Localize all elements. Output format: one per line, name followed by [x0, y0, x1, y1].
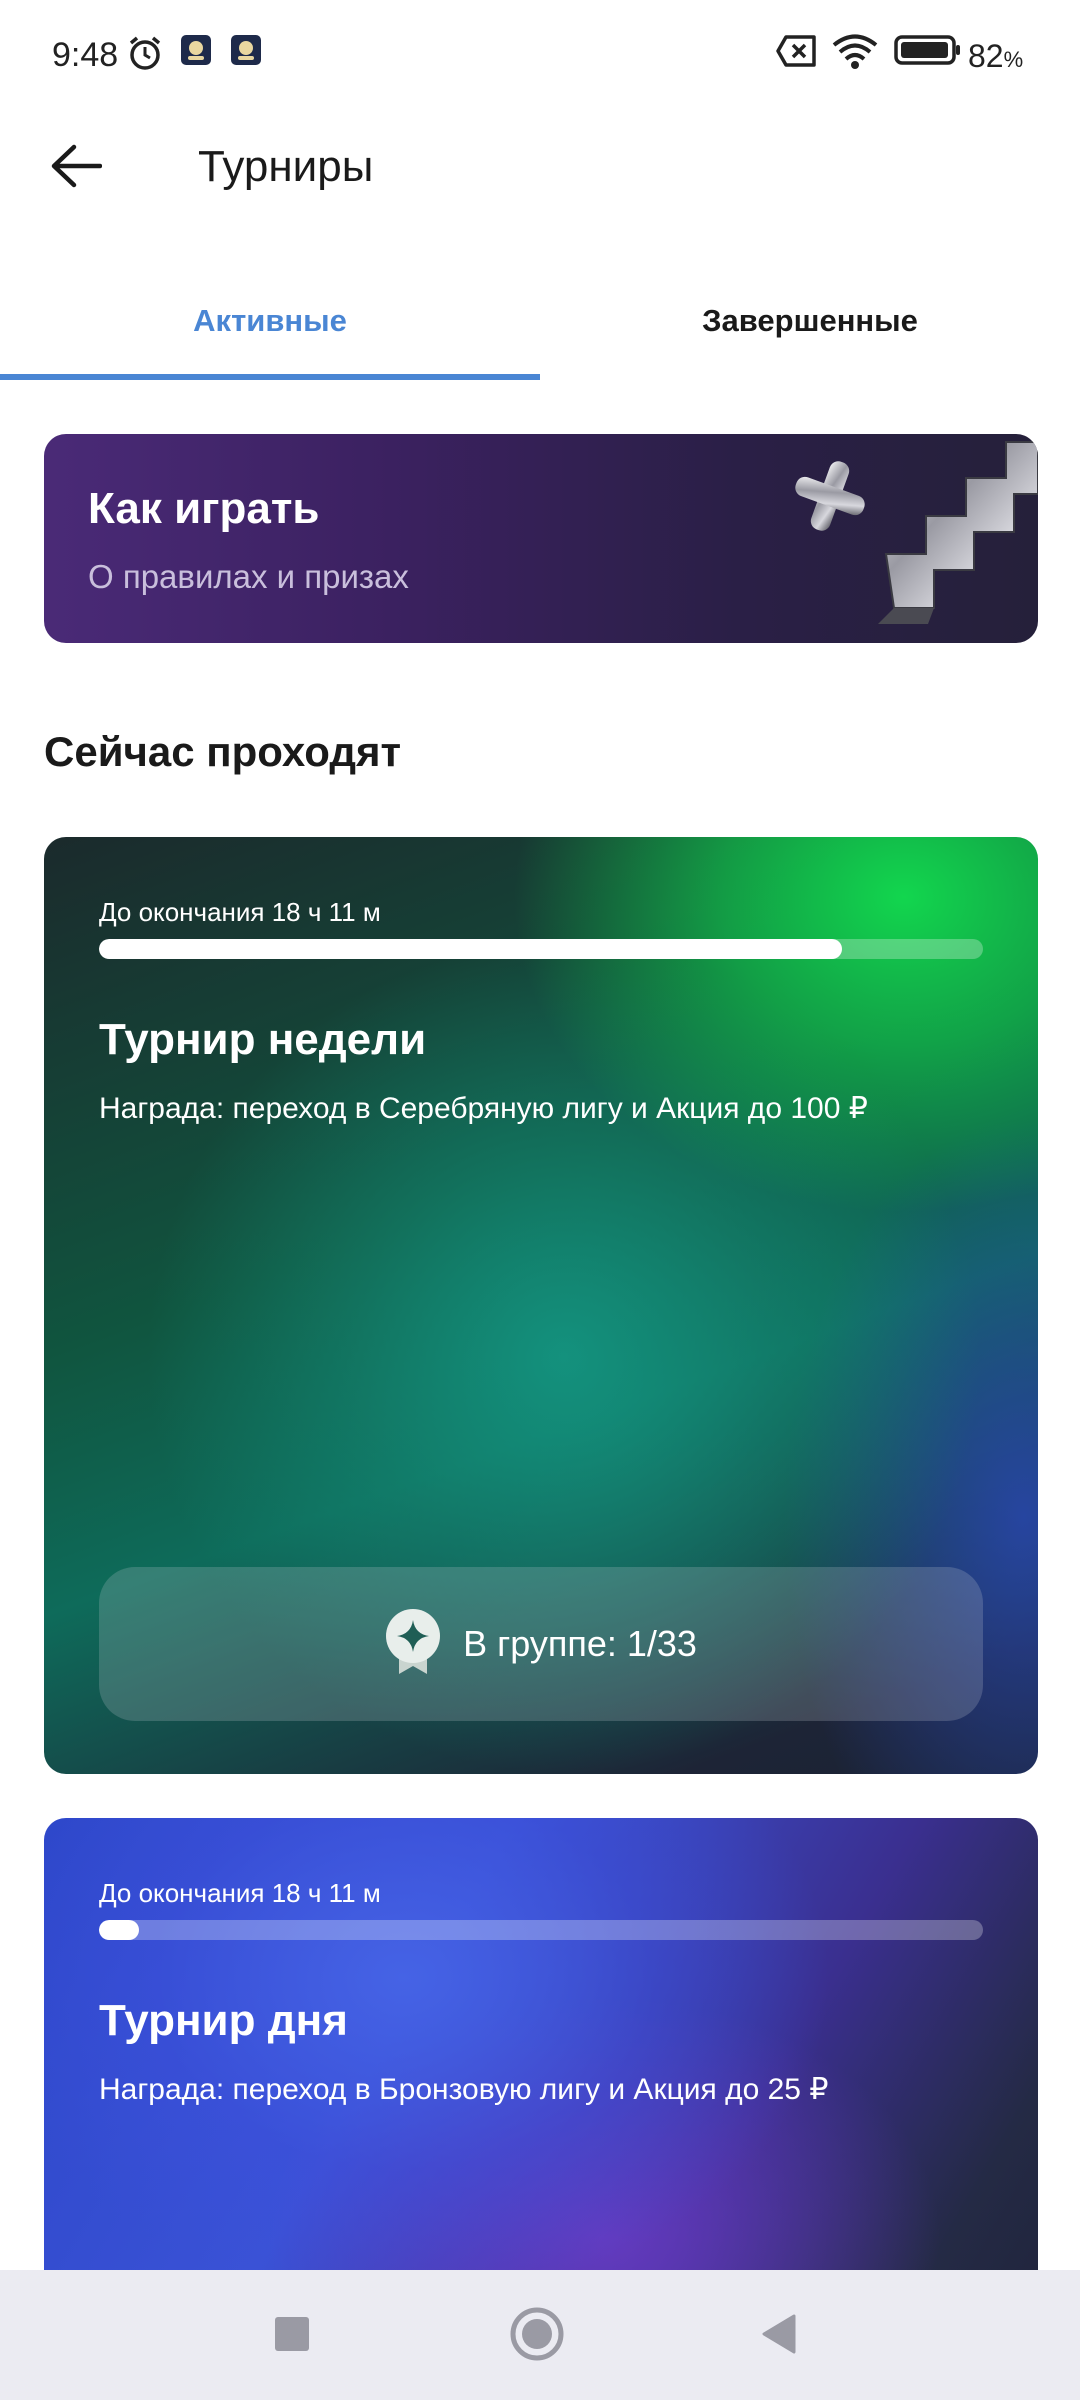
tab-bar: Активные Завершенные	[0, 262, 1080, 380]
tournament-progress-fill	[99, 1920, 139, 1940]
wifi-icon	[832, 34, 878, 70]
arrow-left-icon	[50, 144, 103, 193]
app-notification-icon	[230, 34, 262, 66]
section-title-ongoing: Сейчас проходят	[44, 728, 402, 775]
app-header: Турниры	[0, 112, 1080, 232]
back-triangle-icon	[760, 2314, 798, 2359]
back-button[interactable]	[44, 136, 108, 200]
battery-icon	[894, 34, 962, 66]
metal-shapes-illustration	[778, 434, 1038, 643]
tournament-prize: Награда: переход в Серебряную лигу и Акц…	[99, 1092, 868, 1125]
alarm-icon	[126, 34, 164, 72]
system-nav-bar	[0, 2270, 1080, 2400]
system-back-button[interactable]	[743, 2300, 815, 2372]
home-circle-icon	[509, 2306, 565, 2367]
tab-active-tournaments[interactable]: Активные	[0, 262, 540, 380]
recents-square-icon	[274, 2316, 310, 2357]
tournament-card-week[interactable]: До окончания 18 ч 11 м Турнир недели Наг…	[44, 837, 1038, 1774]
tournament-prize: Награда: переход в Бронзовую лигу и Акци…	[99, 2073, 829, 2106]
how-to-play-subtitle: О правилах и призах	[88, 558, 409, 595]
app-notification-icon	[180, 34, 212, 66]
tournament-title: Турнир недели	[99, 1015, 427, 1064]
recents-button[interactable]	[256, 2300, 328, 2372]
medal-star-icon	[385, 1608, 441, 1681]
tournament-timer: До окончания 18 ч 11 м	[99, 897, 381, 927]
how-to-play-card[interactable]: Как играть О правилах и призах	[44, 434, 1038, 643]
tournament-progress-fill	[99, 939, 842, 959]
tab-indicator	[0, 374, 540, 380]
sim-error-icon	[776, 34, 818, 68]
group-position-button[interactable]: В группе: 1/33	[99, 1567, 983, 1721]
page-title: Турниры	[198, 142, 374, 191]
tab-finished-tournaments[interactable]: Завершенные	[540, 262, 1080, 380]
how-to-play-title: Как играть	[88, 484, 320, 533]
battery-percent: 82%	[968, 38, 1024, 74]
tournament-timer: До окончания 18 ч 11 м	[99, 1878, 381, 1908]
status-time: 9:48	[52, 36, 119, 74]
group-position-label: В группе: 1/33	[463, 1623, 697, 1664]
status-bar: 9:48 82%	[0, 0, 1080, 112]
tournament-title: Турнир дня	[99, 1996, 348, 2045]
tournament-progress-bar	[99, 939, 983, 959]
home-button[interactable]	[501, 2300, 573, 2372]
tournament-progress-bar	[99, 1920, 983, 1940]
